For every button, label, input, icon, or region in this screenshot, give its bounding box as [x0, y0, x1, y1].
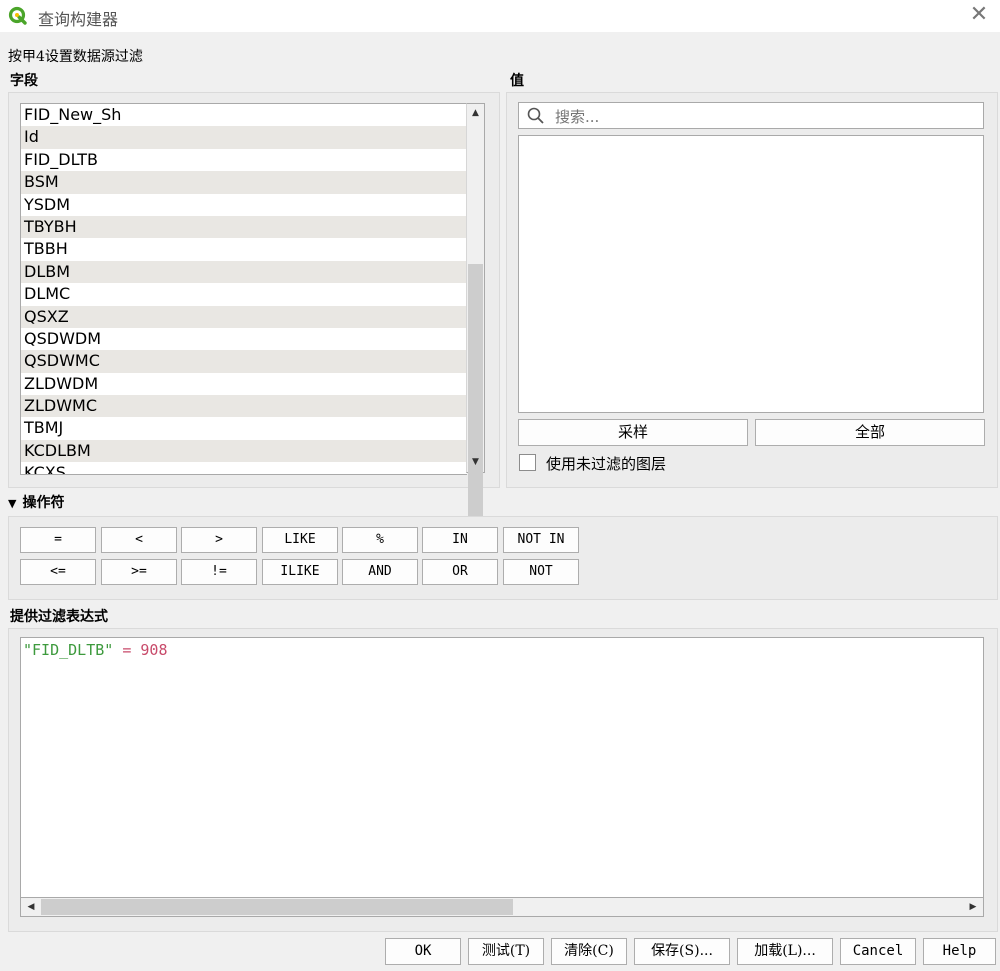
operator-button[interactable]: != [181, 559, 257, 585]
test-button[interactable]: 测试(T) [468, 938, 544, 965]
scroll-up-icon[interactable]: ▲ [467, 105, 484, 122]
window-title: 查询构建器 [38, 10, 119, 29]
field-item[interactable]: ZLDWMC [21, 395, 467, 418]
operator-button[interactable]: ILIKE [262, 559, 338, 585]
scrollbar-thumb[interactable] [41, 899, 513, 915]
sample-button[interactable]: 采样 [518, 419, 748, 446]
search-icon [527, 107, 544, 124]
expression-label: 提供过滤表达式 [10, 609, 108, 625]
operator-button[interactable]: IN [422, 527, 498, 553]
field-item[interactable]: FID_DLTB [21, 149, 467, 171]
data-source-label: 按甲4设置数据源过滤 [8, 49, 143, 65]
filter-expression-editor[interactable]: "FID_DLTB" = 908 [20, 637, 984, 897]
field-item[interactable]: FID_New_Sh [21, 104, 467, 126]
clear-button[interactable]: 清除(C) [551, 938, 627, 965]
use-unfiltered-layer-checkbox[interactable] [519, 454, 536, 471]
use-unfiltered-layer-label: 使用未过滤的图层 [546, 455, 667, 473]
all-button[interactable]: 全部 [755, 419, 985, 446]
expression-field-token: "FID_DLTB" [23, 641, 114, 659]
help-button[interactable]: Help [923, 938, 996, 965]
field-item[interactable]: Id [21, 126, 467, 149]
scroll-down-icon[interactable]: ▼ [467, 454, 484, 471]
expression-horizontal-scrollbar[interactable]: ◀ ▶ [20, 897, 984, 917]
search-input[interactable] [553, 105, 977, 128]
title-bar: 查询构建器 ✕ [0, 0, 1000, 32]
operators-label: 操作符 [22, 495, 65, 511]
operator-button[interactable]: >= [101, 559, 177, 585]
scrollbar-thumb[interactable] [468, 264, 483, 554]
field-item[interactable]: ZLDWDM [21, 373, 467, 395]
qgis-logo-icon [8, 6, 27, 25]
operator-button[interactable]: > [181, 527, 257, 553]
fields-vertical-scrollbar[interactable]: ▲ ▼ [466, 103, 485, 554]
field-item[interactable]: QSXZ [21, 305, 467, 328]
field-item[interactable]: QSDWDM [21, 328, 467, 350]
ok-button[interactable]: OK [385, 938, 461, 965]
close-icon[interactable]: ✕ [966, 2, 992, 28]
field-item[interactable]: BSM [21, 171, 467, 194]
operator-button[interactable]: AND [342, 559, 418, 585]
scroll-right-icon[interactable]: ▶ [964, 898, 982, 916]
field-item[interactable]: DLBM [21, 260, 467, 284]
scroll-left-icon[interactable]: ◀ [22, 898, 40, 916]
values-search-box[interactable] [518, 102, 984, 129]
field-item[interactable]: DLMC [21, 283, 467, 305]
field-item[interactable]: TBYBH [21, 215, 467, 239]
field-item[interactable]: KCXS [21, 462, 467, 474]
values-list[interactable] [518, 135, 984, 413]
operator-button[interactable]: <= [20, 559, 96, 585]
fields-label: 字段 [10, 73, 38, 89]
load-button[interactable]: 加载(L)... [737, 938, 833, 965]
operator-button[interactable]: OR [422, 559, 498, 585]
field-item[interactable]: QSDWMC [21, 350, 467, 373]
operator-button[interactable]: = [20, 527, 96, 553]
save-button[interactable]: 保存(S)... [634, 938, 730, 965]
chevron-down-icon: ▼ [8, 497, 17, 510]
field-item[interactable]: TBMJ [21, 417, 467, 439]
operator-button[interactable]: NOT IN [503, 527, 579, 553]
cancel-button[interactable]: Cancel [840, 938, 916, 965]
operator-button[interactable]: LIKE [262, 527, 338, 553]
operator-button[interactable]: < [101, 527, 177, 553]
fields-list[interactable]: FID_New_Sh Id FID_DLTB BSM YSDM TBYBH TBBH DLBM… [20, 103, 467, 475]
expression-value-token: 908 [140, 641, 168, 659]
operator-button[interactable]: NOT [503, 559, 579, 585]
operator-button[interactable]: % [342, 527, 418, 553]
field-item[interactable]: YSDM [21, 194, 467, 216]
values-label: 值 [510, 73, 524, 89]
field-item[interactable]: KCDLBM [21, 439, 467, 463]
operators-header[interactable]: ▼ 操作符 [8, 492, 64, 512]
expression-operator-token: = [122, 641, 132, 659]
field-item[interactable]: TBBH [21, 238, 467, 260]
